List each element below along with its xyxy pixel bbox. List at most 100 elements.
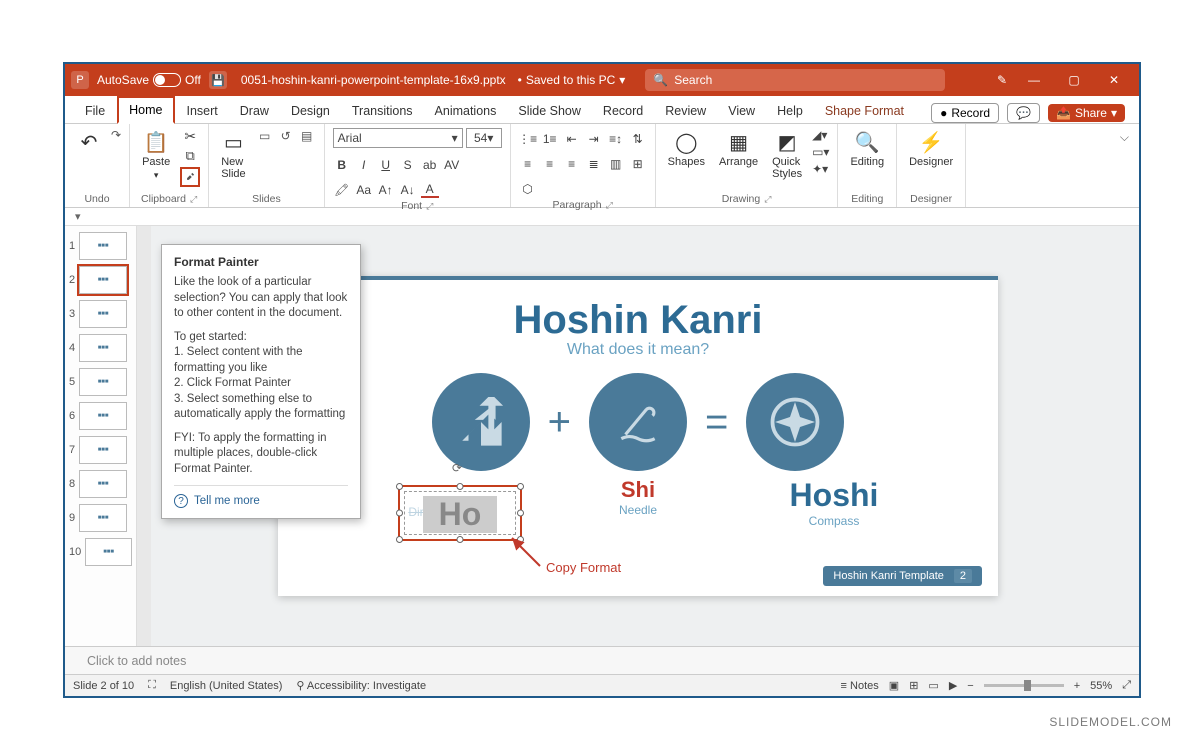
save-status[interactable]: • Saved to this PC ▾ <box>518 73 626 87</box>
tab-transitions[interactable]: Transitions <box>342 99 423 123</box>
qat-customize-icon[interactable]: ▾ <box>75 210 81 223</box>
align-text-button[interactable]: ⊞ <box>629 156 647 172</box>
paste-button[interactable]: 📋Paste▾ <box>138 128 174 183</box>
pen-icon[interactable]: ✎ <box>997 73 1007 87</box>
format-painter-button[interactable] <box>180 167 200 187</box>
reading-view-button[interactable]: ▭ <box>928 679 938 692</box>
share-button[interactable]: 📤 Share ▾ <box>1048 104 1125 122</box>
tab-draw[interactable]: Draw <box>230 99 279 123</box>
language-status[interactable]: English (United States) <box>170 680 283 692</box>
selected-textbox[interactable]: ⟳ Ho <box>398 485 522 541</box>
designer-button[interactable]: ⚡Designer <box>905 128 957 170</box>
direction-circle[interactable] <box>432 373 530 471</box>
fit-window-button[interactable]: ⤢ <box>1122 679 1131 692</box>
thumbnail-4[interactable]: 4■■■ <box>69 334 132 362</box>
slideshow-view-button[interactable]: ▶ <box>949 679 957 692</box>
slide-subtitle[interactable]: What does it mean? <box>278 341 998 359</box>
redo-button[interactable]: ↷ <box>111 128 121 142</box>
shape-outline-button[interactable]: ▭▾ <box>812 145 829 159</box>
arrange-button[interactable]: ▦Arrange <box>715 128 762 170</box>
zoom-level[interactable]: 55% <box>1090 680 1112 692</box>
justify-button[interactable]: ≣ <box>585 156 603 172</box>
tab-help[interactable]: Help <box>767 99 813 123</box>
autosave-toggle[interactable]: AutoSave Off <box>97 73 201 87</box>
tab-insert[interactable]: Insert <box>177 99 228 123</box>
align-left-button[interactable]: ≡ <box>519 156 537 172</box>
thumbnail-2[interactable]: 2■■■ <box>69 266 132 294</box>
comments-button[interactable]: 💬 <box>1007 103 1040 123</box>
clipboard-dialog-launcher[interactable]: ⤢ <box>190 194 197 205</box>
notes-toggle[interactable]: ≡ Notes <box>841 680 879 692</box>
tab-slideshow[interactable]: Slide Show <box>508 99 591 123</box>
indent-left-button[interactable]: ⇤ <box>563 131 581 147</box>
accessibility-status[interactable]: ⚲ Accessibility: Investigate <box>296 679 426 692</box>
compass-circle[interactable] <box>746 373 844 471</box>
resize-handle-s[interactable] <box>457 536 464 543</box>
resize-handle-ne[interactable] <box>517 483 524 490</box>
normal-view-button[interactable]: ▣ <box>889 679 899 692</box>
new-slide-button[interactable]: ▭New Slide <box>217 128 249 182</box>
thumbnail-9[interactable]: 9■■■ <box>69 504 132 532</box>
font-size-select[interactable]: 54 ▾ <box>466 128 502 148</box>
thumbnail-7[interactable]: 7■■■ <box>69 436 132 464</box>
quick-styles-button[interactable]: ◩Quick Styles <box>768 128 806 182</box>
collapse-ribbon-button[interactable]: ⌵ <box>1110 124 1139 207</box>
ho-label[interactable]: Ho <box>423 496 497 533</box>
slide-title[interactable]: Hoshin Kanri <box>278 298 998 343</box>
minimize-button[interactable]: — <box>1021 73 1047 87</box>
tell-me-more-link[interactable]: ?Tell me more <box>174 485 348 508</box>
shrink-font-button[interactable]: A↓ <box>399 182 417 198</box>
shadow-button[interactable]: ab <box>421 157 439 173</box>
tab-file[interactable]: File <box>75 99 115 123</box>
layout-icon[interactable]: ▭ <box>256 128 274 144</box>
font-color-button[interactable]: A <box>421 182 439 198</box>
save-icon[interactable]: 💾 <box>209 71 227 89</box>
sorter-view-button[interactable]: ⊞ <box>909 679 918 692</box>
thumbnail-1[interactable]: 1■■■ <box>69 232 132 260</box>
thumbnail-panel[interactable]: 1■■■2■■■3■■■4■■■5■■■6■■■7■■■8■■■9■■■10■■… <box>65 226 137 646</box>
slide-counter[interactable]: Slide 2 of 10 <box>73 680 134 692</box>
rotate-handle[interactable]: ⟳ <box>452 461 468 477</box>
text-direction-button[interactable]: ⇅ <box>629 131 647 147</box>
thumbnail-8[interactable]: 8■■■ <box>69 470 132 498</box>
needle-circle[interactable] <box>589 373 687 471</box>
italic-button[interactable]: I <box>355 157 373 173</box>
thumbnail-10[interactable]: 10■■■ <box>69 538 132 566</box>
shi-label[interactable]: Shi <box>589 477 687 503</box>
strike-button[interactable]: S <box>399 157 417 173</box>
tab-shape-format[interactable]: Shape Format <box>815 99 914 123</box>
tab-view[interactable]: View <box>718 99 765 123</box>
toggle-pill[interactable] <box>153 73 181 87</box>
search-box[interactable]: 🔍 Search <box>645 69 945 91</box>
close-button[interactable]: ✕ <box>1101 73 1127 87</box>
align-center-button[interactable]: ≡ <box>541 156 559 172</box>
zoom-in-button[interactable]: + <box>1074 680 1080 692</box>
font-name-select[interactable]: Arial▾ <box>333 128 463 148</box>
tab-home[interactable]: Home <box>117 96 174 124</box>
paragraph-dialog-launcher[interactable]: ⤢ <box>606 200 613 211</box>
indent-right-button[interactable]: ⇥ <box>585 131 603 147</box>
thumbnail-6[interactable]: 6■■■ <box>69 402 132 430</box>
bullets-button[interactable]: ⋮≡ <box>519 131 537 147</box>
record-button[interactable]: ● Record <box>931 103 999 123</box>
resize-handle-e[interactable] <box>517 510 524 517</box>
copy-icon[interactable]: ⧉ <box>186 148 195 164</box>
spacing-button[interactable]: AV <box>443 157 461 173</box>
resize-handle-w[interactable] <box>396 510 403 517</box>
slide-canvas[interactable]: Hoshin Kanri What does it mean? + = <box>278 276 998 596</box>
filename[interactable]: 0051-hoshin-kanri-powerpoint-template-16… <box>241 73 506 87</box>
resize-handle-nw[interactable] <box>396 483 403 490</box>
drawing-dialog-launcher[interactable]: ⤢ <box>764 194 771 205</box>
shape-fill-button[interactable]: ◢▾ <box>812 128 829 142</box>
zoom-slider[interactable] <box>984 684 1064 687</box>
bold-button[interactable]: B <box>333 157 351 173</box>
hoshi-label[interactable]: Hoshi <box>785 477 883 514</box>
tab-animations[interactable]: Animations <box>425 99 507 123</box>
thumbnail-5[interactable]: 5■■■ <box>69 368 132 396</box>
font-dialog-launcher[interactable]: ⤢ <box>426 201 433 212</box>
spellcheck-icon[interactable]: ⛶ <box>148 679 156 692</box>
line-spacing-button[interactable]: ≡↕ <box>607 131 625 147</box>
align-right-button[interactable]: ≡ <box>563 156 581 172</box>
editing-button[interactable]: 🔍Editing <box>846 128 888 170</box>
numbering-button[interactable]: 1≡ <box>541 131 559 147</box>
